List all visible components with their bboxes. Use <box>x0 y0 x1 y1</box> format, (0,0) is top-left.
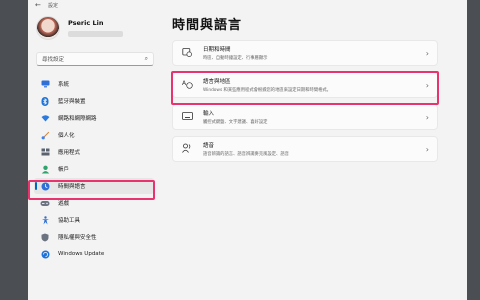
avatar <box>36 16 60 40</box>
card-title: 輸入 <box>203 111 215 117</box>
sidebar-item-label: 藍牙與裝置 <box>58 99 86 105</box>
sidebar-item-label: 網路和網際網路 <box>58 116 97 122</box>
sidebar-item-accounts[interactable]: 帳戶 <box>34 161 154 177</box>
sidebar-item-label: 應用程式 <box>58 150 81 156</box>
monitor-icon <box>40 79 50 89</box>
sidebar-item-label: 隱私權與安全性 <box>58 235 97 241</box>
accessibility-icon <box>40 215 50 225</box>
chevron-right-icon: › <box>425 48 429 58</box>
calendar-clock-icon <box>181 47 193 59</box>
bluetooth-icon <box>40 96 50 106</box>
brush-icon <box>40 130 50 140</box>
wifi-icon <box>40 113 50 123</box>
sidebar-item-label: 帳戶 <box>58 167 70 173</box>
chevron-right-icon: › <box>425 112 429 122</box>
settings-window: ← 設定 Pseric Lin 尋找設定 ⌕ 系統 藍牙與裝置 網路和網際網路 … <box>28 0 467 300</box>
keyboard-icon <box>181 112 193 122</box>
profile-name: Pseric Lin <box>68 19 104 27</box>
speech-icon <box>181 143 193 155</box>
search-placeholder: 尋找設定 <box>42 57 65 63</box>
search-input[interactable]: 尋找設定 ⌕ <box>36 52 154 66</box>
sidebar-item-windows-update[interactable]: Windows Update <box>34 246 154 262</box>
card-title: 日期和時間 <box>203 47 231 53</box>
sidebar-item-label: 遊戲 <box>58 201 70 207</box>
sidebar-item-label: Windows Update <box>58 251 105 257</box>
card-description: 觸控式鍵盤、文字建議、喜好設定 <box>203 120 268 125</box>
card-speech[interactable]: 語音 語音辨識的語言、語音辨識麥克風設定、語音 › <box>172 136 438 162</box>
card-description: 語音辨識的語言、語音辨識麥克風設定、語音 <box>203 152 289 157</box>
sidebar-item-system[interactable]: 系統 <box>34 76 154 92</box>
sidebar-item-privacy-security[interactable]: 隱私權與安全性 <box>34 229 154 245</box>
highlight-sidebar-time-language <box>28 180 155 200</box>
account-icon <box>40 164 50 174</box>
window-title: 設定 <box>48 2 59 9</box>
user-profile[interactable]: Pseric Lin <box>36 16 123 40</box>
profile-email-redacted <box>68 31 123 37</box>
card-typing[interactable]: 輸入 觸控式鍵盤、文字建議、喜好設定 › <box>172 104 438 130</box>
card-title: 語音 <box>203 143 215 149</box>
desktop-frame-right <box>467 0 480 300</box>
chevron-right-icon: › <box>425 144 429 154</box>
sidebar-item-network[interactable]: 網路和網際網路 <box>34 110 154 126</box>
desktop-frame-left <box>0 0 28 300</box>
card-description: 時區、自動時鐘設定、行事曆顯示 <box>203 56 268 61</box>
update-icon <box>40 249 50 259</box>
apps-icon <box>40 147 50 157</box>
page-title: 時間與語言 <box>172 18 243 33</box>
card-date-time[interactable]: 日期和時間 時區、自動時鐘設定、行事曆顯示 › <box>172 40 438 66</box>
sidebar-item-apps[interactable]: 應用程式 <box>34 144 154 160</box>
sidebar-item-label: 個人化 <box>58 133 75 139</box>
sidebar-item-bluetooth[interactable]: 藍牙與裝置 <box>34 93 154 109</box>
sidebar-item-label: 系統 <box>58 82 70 88</box>
sidebar-item-personalization[interactable]: 個人化 <box>34 127 154 143</box>
sidebar-item-label: 協助工具 <box>58 218 81 224</box>
sidebar-nav: 系統 藍牙與裝置 網路和網際網路 個人化 應用程式 帳戶 時間與語言 遊戲 協助… <box>34 76 154 263</box>
search-icon: ⌕ <box>144 55 148 62</box>
title-bar: ← 設定 <box>28 0 467 10</box>
highlight-card-language-region <box>171 71 439 105</box>
sidebar-item-accessibility[interactable]: 協助工具 <box>34 212 154 228</box>
shield-icon <box>40 232 50 242</box>
back-arrow-icon[interactable]: ← <box>28 0 42 10</box>
